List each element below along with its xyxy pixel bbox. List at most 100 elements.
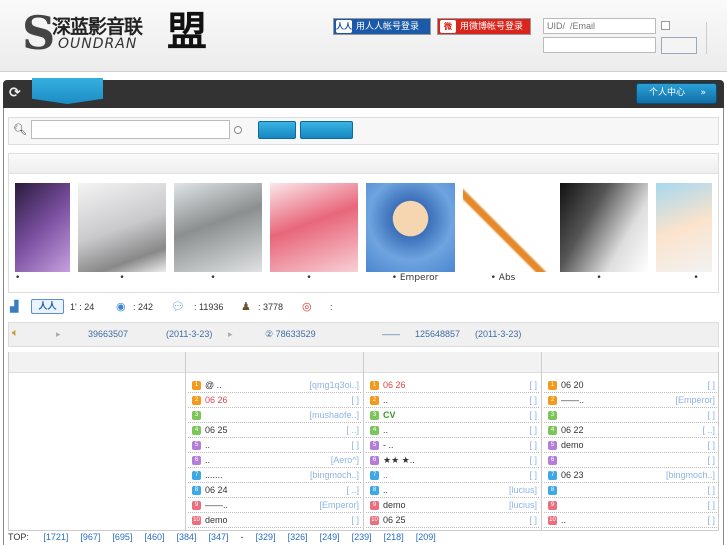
item-author[interactable]: [ ] (529, 513, 537, 527)
footer-link[interactable]: [239] (352, 532, 372, 542)
gallery-image[interactable] (656, 183, 712, 272)
advanced-search-button[interactable] (300, 121, 353, 139)
list-item[interactable]: 2.. [ ] (366, 393, 539, 408)
list-item[interactable]: 1 06 20 [ ] (544, 378, 717, 393)
item-author[interactable]: [Emperor] (319, 498, 359, 512)
gallery-image[interactable] (560, 183, 648, 272)
gallery-image[interactable] (463, 183, 551, 272)
item-title[interactable]: .. (205, 453, 210, 467)
gallery-caption[interactable]: • (270, 273, 348, 283)
login-button[interactable] (661, 37, 697, 54)
gallery-caption[interactable]: • Abs (463, 273, 543, 283)
item-author[interactable]: [ ] (707, 498, 715, 512)
item-author[interactable]: [Emperor] (675, 393, 715, 407)
list-item[interactable]: 7....... [bingmoch..] (188, 468, 361, 483)
footer-link[interactable]: [460] (144, 532, 164, 542)
item-author[interactable]: [lucius] (509, 498, 537, 512)
item-author[interactable]: [ ] (529, 393, 537, 407)
uid-email-input[interactable] (543, 18, 656, 34)
gallery-image[interactable] (174, 183, 262, 272)
renren-login-button[interactable]: 人人 用人人帐号登录 (333, 18, 431, 35)
gallery-caption[interactable]: • (174, 273, 252, 283)
item-author[interactable]: [ ] (707, 453, 715, 467)
item-title[interactable]: 06 20 (561, 378, 584, 392)
item-title[interactable]: demo (205, 513, 228, 527)
list-item[interactable]: 1 06 26 [ ] (366, 378, 539, 393)
list-item[interactable]: 10 06 25 [ ] (366, 513, 539, 528)
list-item[interactable]: 3 [mushaofe..] (188, 408, 361, 423)
footer-link[interactable]: [209] (416, 532, 436, 542)
notice-link[interactable]: ② 78633529 (265, 329, 316, 340)
list-item[interactable]: 6 ★★ ★.. [ ] (366, 453, 539, 468)
gallery-image[interactable] (15, 183, 70, 272)
item-title[interactable]: demo (561, 438, 584, 452)
search-radio[interactable] (234, 126, 242, 134)
item-author[interactable]: [ ..] (702, 423, 715, 437)
list-item[interactable]: 2 ——.. [Emperor] (544, 393, 717, 408)
item-author[interactable]: [ ] (529, 453, 537, 467)
list-item[interactable]: 9 demo [lucius] (366, 498, 539, 513)
item-author[interactable]: [ ] (529, 378, 537, 392)
remember-checkbox[interactable] (661, 21, 670, 30)
item-title[interactable]: @ .. (205, 378, 222, 392)
list-item[interactable]: 4 06 22 [ ..] (544, 423, 717, 438)
item-author[interactable]: [ ] (707, 438, 715, 452)
item-author[interactable]: [bingmoch..] (666, 468, 715, 482)
password-input[interactable] (543, 37, 656, 53)
item-title[interactable]: ....... (205, 468, 223, 482)
list-item[interactable]: 8 [ ] (544, 483, 717, 498)
item-title[interactable]: 06 22 (561, 423, 584, 437)
item-title[interactable]: 06 23 (561, 468, 584, 482)
footer-link[interactable]: [218] (384, 532, 404, 542)
gallery-caption[interactable]: • (656, 273, 727, 283)
item-author[interactable]: [ ] (707, 483, 715, 497)
gallery-caption[interactable]: • Emperor (366, 273, 464, 283)
item-title[interactable]: .. (383, 423, 388, 437)
item-title[interactable]: 06 26 (205, 393, 228, 407)
footer-link[interactable]: [347] (209, 532, 229, 542)
list-item[interactable]: 4 06 25 [ ..] (188, 423, 361, 438)
list-item[interactable]: 6.. [Aero^] (188, 453, 361, 468)
gallery-image[interactable] (366, 183, 455, 272)
list-item[interactable]: 5 demo [ ] (544, 438, 717, 453)
weibo-login-button[interactable]: 微 用微博帐号登录 (437, 18, 531, 35)
list-item[interactable]: 6 [ ] (544, 453, 717, 468)
item-author[interactable]: [ ] (707, 513, 715, 527)
list-item[interactable]: 1 @ .. [qmg1q3oi..] (188, 378, 361, 393)
list-item[interactable]: 3 CV [ ] (366, 408, 539, 423)
list-item[interactable]: 2 06 26 [ ] (188, 393, 361, 408)
item-author[interactable]: [lucius] (509, 483, 537, 497)
item-author[interactable]: [ ] (529, 423, 537, 437)
item-title[interactable]: ——.. (205, 498, 228, 512)
item-author[interactable]: [ ] (351, 513, 359, 527)
item-title[interactable]: .. (383, 483, 388, 497)
item-title[interactable]: - .. (383, 438, 394, 452)
item-title[interactable]: .. (561, 513, 566, 527)
item-title[interactable]: 06 24 (205, 483, 228, 497)
list-item[interactable]: 9 ——.. [Emperor] (188, 498, 361, 513)
list-item[interactable]: 7 06 23 [bingmoch..] (544, 468, 717, 483)
gallery-caption[interactable]: • (15, 273, 20, 283)
refresh-icon[interactable]: ⟳ (9, 85, 21, 101)
list-item[interactable]: 9 [ ] (544, 498, 717, 513)
gallery-caption[interactable]: • (560, 273, 638, 283)
list-item[interactable]: 10.. [ ] (544, 513, 717, 528)
site-logo[interactable]: S 深蓝影音联 OUNDRAN 盟 (22, 8, 212, 58)
footer-link[interactable]: [967] (80, 532, 100, 542)
item-author[interactable]: [mushaofe..] (309, 408, 359, 422)
gallery-image[interactable] (270, 183, 358, 272)
item-title[interactable]: demo (383, 498, 406, 512)
nav-tab-home[interactable] (32, 78, 103, 104)
item-author[interactable]: [ ] (707, 408, 715, 422)
footer-link[interactable]: [1721] (43, 532, 68, 542)
item-author[interactable]: [ ..] (346, 423, 359, 437)
item-title[interactable]: 06 26 (383, 378, 406, 392)
footer-link[interactable]: [329] (256, 532, 276, 542)
list-item[interactable]: 5 - .. [ ] (366, 438, 539, 453)
notice-link[interactable]: 125648857 (415, 329, 460, 339)
gallery-image[interactable] (78, 183, 166, 272)
item-title[interactable]: 06 25 (383, 513, 406, 527)
item-author[interactable]: [ ..] (346, 483, 359, 497)
footer-link[interactable]: [695] (112, 532, 132, 542)
list-item[interactable]: 8.. [lucius] (366, 483, 539, 498)
